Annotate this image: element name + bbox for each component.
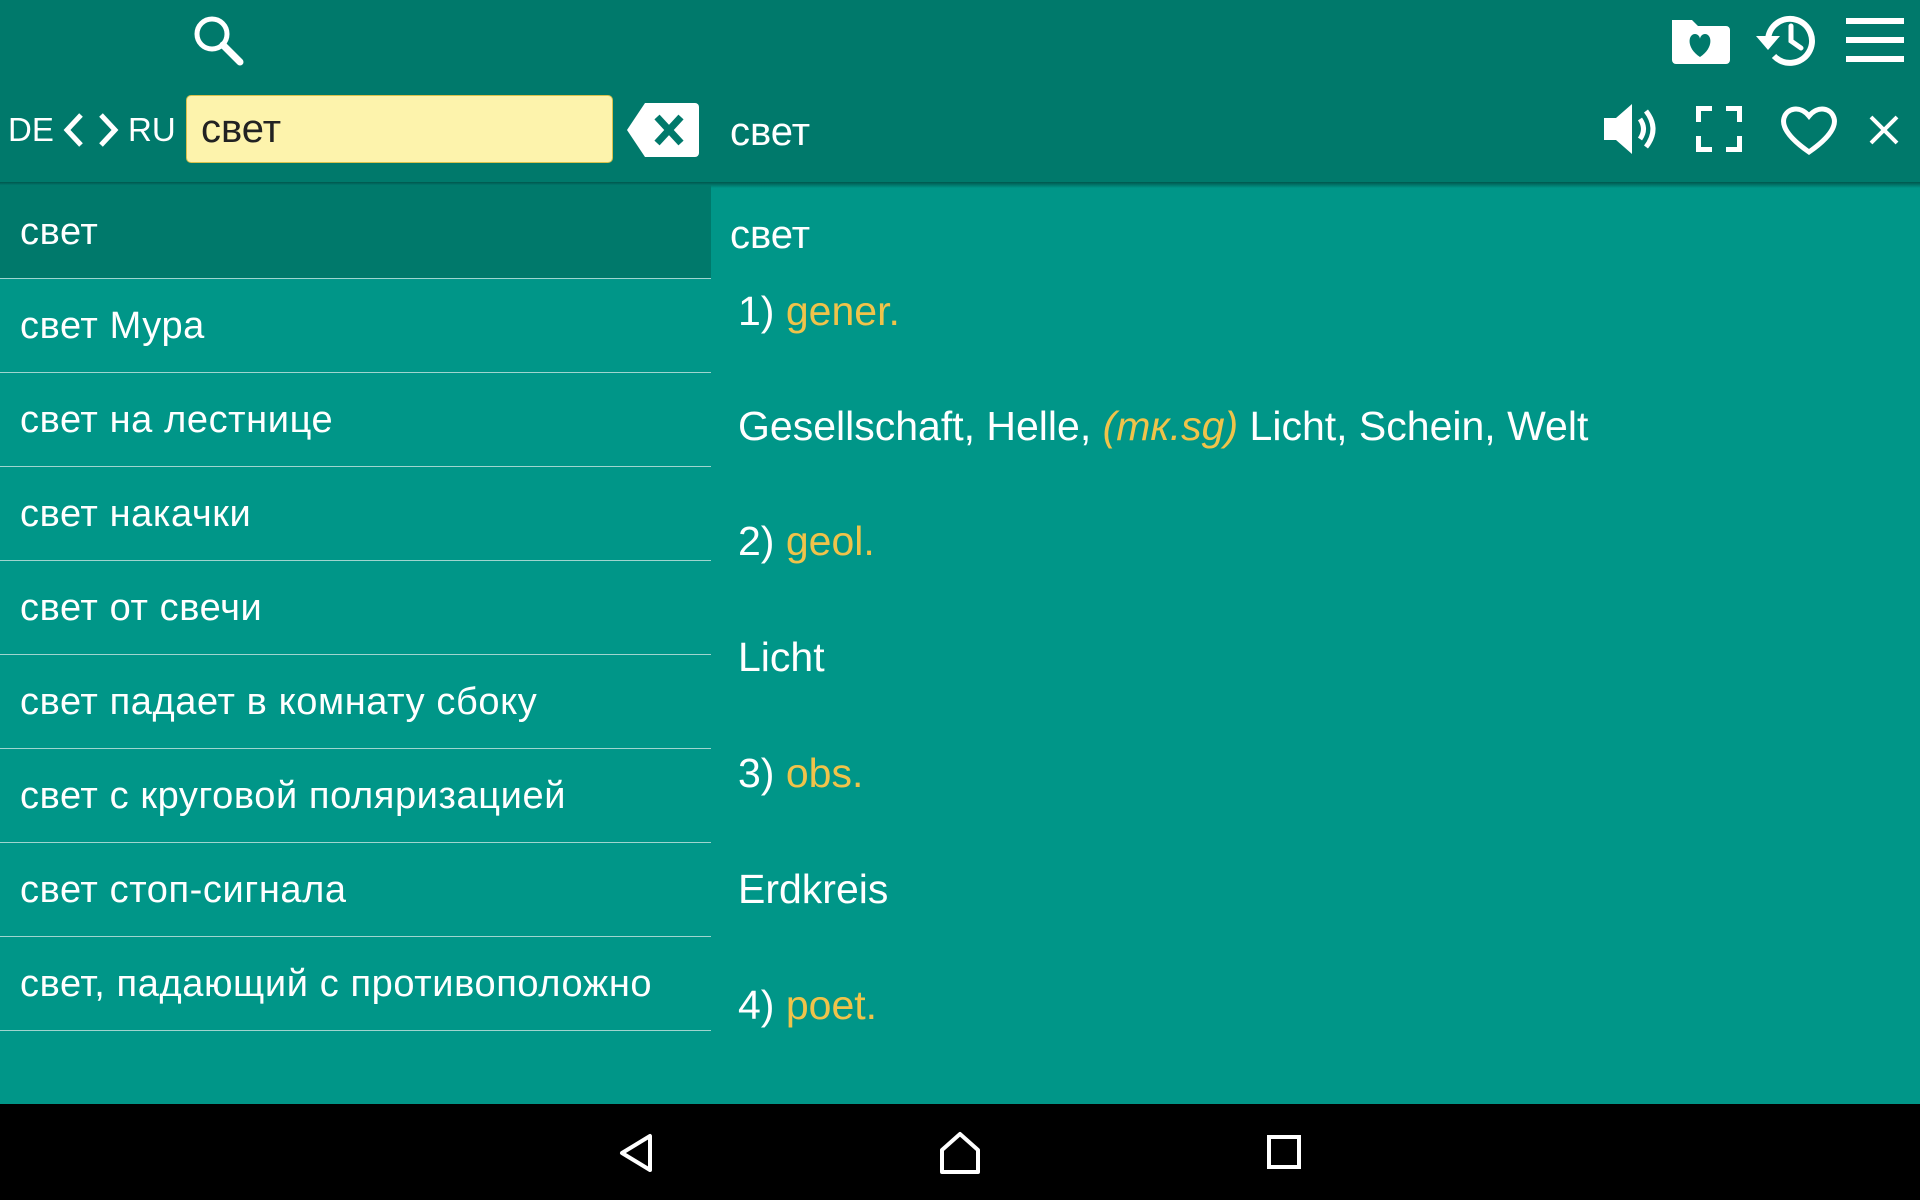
sense-heading: 4) poet. — [738, 980, 877, 1030]
sense-domain[interactable]: obs. — [786, 750, 864, 796]
sense-heading: 2) geol. — [738, 516, 875, 566]
list-item[interactable]: свет накачки — [0, 467, 711, 561]
list-item[interactable]: свет Мура — [0, 279, 711, 373]
folder-heart-icon[interactable] — [1668, 14, 1732, 66]
sense-heading: 1) gener. — [738, 286, 900, 336]
target-language[interactable]: RU — [128, 110, 176, 150]
search-input[interactable] — [187, 96, 612, 162]
sense-domain[interactable]: poet. — [786, 982, 877, 1028]
list-item[interactable]: свет на лестнице — [0, 373, 711, 467]
list-item[interactable]: свет с круговой поляризацией — [0, 749, 711, 843]
search-icon[interactable] — [190, 12, 246, 68]
fullscreen-icon[interactable] — [1696, 106, 1742, 152]
chevron-left-icon[interactable] — [62, 112, 86, 148]
list-item[interactable]: свет, падающий с противоположно — [0, 937, 711, 1031]
back-triangle-icon[interactable] — [616, 1132, 656, 1174]
recent-apps-icon[interactable] — [1266, 1134, 1302, 1170]
system-nav-bar — [0, 1104, 1920, 1200]
chevron-right-icon[interactable] — [96, 112, 120, 148]
translation-text: Licht — [738, 634, 825, 680]
sense-translations: Licht — [738, 632, 825, 682]
translation-text: Licht, Schein, Welt — [1249, 403, 1589, 449]
sense-translations: Erdkreis — [738, 864, 888, 914]
list-item[interactable]: свет — [0, 185, 711, 279]
sense-number: 3) — [738, 750, 775, 796]
search-field[interactable] — [186, 95, 613, 163]
translation-text: Gesellschaft, Helle, — [738, 403, 1092, 449]
list-item[interactable]: свет падает в комнату сбоку — [0, 655, 711, 749]
entry-title: свет — [730, 213, 811, 257]
heart-icon[interactable] — [1778, 103, 1840, 157]
sense-number: 2) — [738, 518, 775, 564]
backspace-icon[interactable] — [627, 103, 699, 157]
close-icon[interactable] — [1868, 114, 1900, 146]
grammar-note: (тк.sg) — [1102, 403, 1239, 449]
speaker-icon[interactable] — [1602, 100, 1664, 158]
sense-number: 4) — [738, 982, 775, 1028]
sense-domain[interactable]: geol. — [786, 518, 875, 564]
sense-translations: Gesellschaft, Helle, (тк.sg) Licht, Sche… — [738, 401, 1588, 451]
results-list: свет свет Мура свет на лестнице свет нак… — [0, 185, 711, 1040]
list-item[interactable]: свет от свечи — [0, 561, 711, 655]
list-item[interactable]: свет стоп-сигнала — [0, 843, 711, 937]
home-icon[interactable] — [938, 1130, 982, 1176]
source-language[interactable]: DE — [8, 110, 54, 150]
sense-heading: 3) obs. — [738, 748, 863, 798]
header-word: свет — [730, 110, 811, 154]
sense-domain[interactable]: gener. — [786, 288, 900, 334]
translation-text: Erdkreis — [738, 866, 889, 912]
sense-number: 1) — [738, 288, 775, 334]
hamburger-menu-icon[interactable] — [1846, 18, 1904, 62]
history-icon[interactable] — [1754, 10, 1820, 70]
